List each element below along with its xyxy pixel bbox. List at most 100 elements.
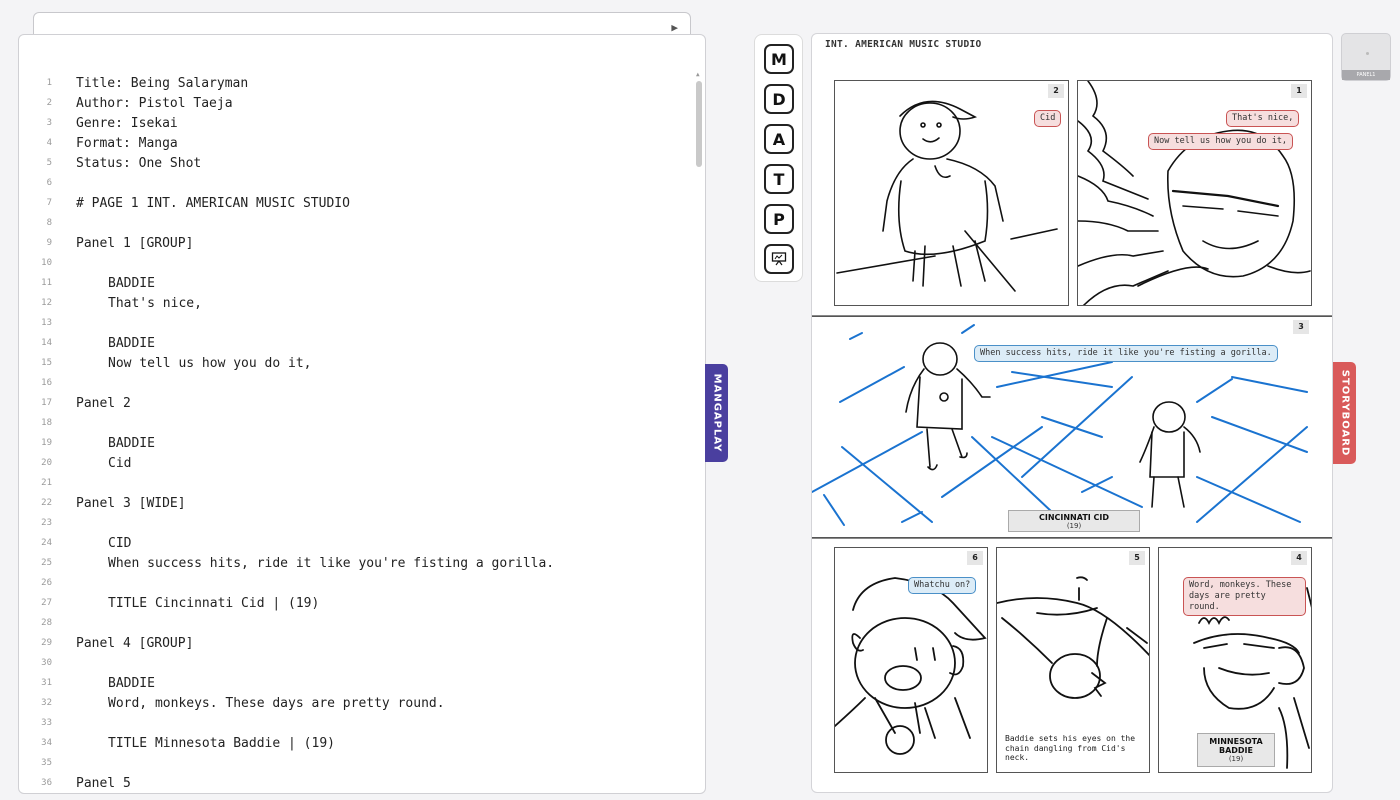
- editor-line[interactable]: 35: [19, 754, 689, 774]
- panel-3-caption-sub: (19): [1066, 522, 1082, 530]
- panel-1-speech-bubble-2[interactable]: Now tell us how you do it,: [1148, 133, 1294, 150]
- panel-3[interactable]: 3 When success hits, ride it like you're…: [812, 316, 1332, 538]
- panel-4[interactable]: 4 Word, monkeys. These days are pretty r…: [1158, 547, 1312, 773]
- line-text[interactable]: Panel 4 [GROUP]: [76, 634, 193, 654]
- line-text[interactable]: Format: Manga: [76, 134, 178, 154]
- editor-line[interactable]: 1 Title: Being Salaryman: [19, 74, 689, 94]
- line-text[interactable]: Now tell us how you do it,: [108, 354, 312, 374]
- line-text[interactable]: BADDIE: [108, 434, 155, 454]
- line-text[interactable]: TITLE Minnesota Baddie | (19): [108, 734, 335, 754]
- presentation-button[interactable]: [764, 244, 794, 274]
- editor-line[interactable]: 13: [19, 314, 689, 334]
- panel-5-narration[interactable]: Baddie sets his eyes on the chain dangli…: [1005, 734, 1145, 763]
- editor-line[interactable]: 10: [19, 254, 689, 274]
- panel-6-speech-bubble[interactable]: Whatchu on?: [908, 577, 977, 594]
- editor-line[interactable]: 23: [19, 514, 689, 534]
- line-text[interactable]: Author: Pistol Taeja: [76, 94, 233, 114]
- line-text[interactable]: # PAGE 1 INT. AMERICAN MUSIC STUDIO: [76, 194, 350, 214]
- line-number: 24: [41, 538, 52, 548]
- editor-line[interactable]: 20 Cid: [19, 454, 689, 474]
- panel-2-speech-bubble[interactable]: Cid: [1034, 110, 1062, 127]
- tab-mangaplay[interactable]: MANGAPLAY: [705, 364, 728, 462]
- editor-line[interactable]: 29 Panel 4 [GROUP]: [19, 634, 689, 654]
- tool-d-button[interactable]: D: [764, 84, 794, 114]
- line-text[interactable]: Status: One Shot: [76, 154, 201, 174]
- line-number: 32: [41, 698, 52, 708]
- editor-line[interactable]: 2 Author: Pistol Taeja: [19, 94, 689, 114]
- editor-line[interactable]: 27 TITLE Cincinnati Cid | (19): [19, 594, 689, 614]
- script-editor[interactable]: 1 Title: Being Salaryman 2 Author: Pistol T…: [18, 34, 706, 794]
- line-text[interactable]: Panel 5: [76, 774, 131, 793]
- tab-storyboard[interactable]: STORYBOARD: [1333, 362, 1356, 464]
- scroll-up-icon[interactable]: ▲: [696, 71, 700, 78]
- line-text[interactable]: Panel 3 [WIDE]: [76, 494, 186, 514]
- editor-line[interactable]: 5 Status: One Shot: [19, 154, 689, 174]
- line-text[interactable]: Genre: Isekai: [76, 114, 178, 134]
- editor-line[interactable]: 21: [19, 474, 689, 494]
- tool-m-button[interactable]: M: [764, 44, 794, 74]
- editor-line[interactable]: 25 When success hits, ride it like you're…: [19, 554, 689, 574]
- editor-line[interactable]: 33: [19, 714, 689, 734]
- line-number: 27: [41, 598, 52, 608]
- panel-1-speech-bubble-1[interactable]: That's nice,: [1226, 110, 1300, 127]
- line-number: 7: [46, 198, 52, 208]
- editor-line[interactable]: 7 # PAGE 1 INT. AMERICAN MUSIC STUDIO: [19, 194, 689, 214]
- editor-line[interactable]: 17 Panel 2: [19, 394, 689, 414]
- editor-line[interactable]: 12 That's nice,: [19, 294, 689, 314]
- editor-scrollbar[interactable]: ▲: [695, 71, 703, 791]
- line-text[interactable]: Title: Being Salaryman: [76, 74, 248, 94]
- editor-line[interactable]: 31 BADDIE: [19, 674, 689, 694]
- line-number: 5: [46, 158, 52, 168]
- panel-6[interactable]: 6 Whatchu on?: [834, 547, 988, 773]
- line-text[interactable]: BADDIE: [108, 274, 155, 294]
- editor-line[interactable]: 15 Now tell us how you do it,: [19, 354, 689, 374]
- editor-line[interactable]: 22 Panel 3 [WIDE]: [19, 494, 689, 514]
- panel-3-speech-bubble[interactable]: When success hits, ride it like you're f…: [974, 345, 1278, 362]
- tool-palette: M D A T P: [754, 34, 803, 282]
- editor-line[interactable]: 9 Panel 1 [GROUP]: [19, 234, 689, 254]
- panel-4-title-caption[interactable]: MINNESOTA BADDIE (19): [1197, 733, 1275, 767]
- play-icon[interactable]: ▶: [671, 21, 678, 34]
- editor-line[interactable]: 4 Format: Manga: [19, 134, 689, 154]
- editor-line[interactable]: 30: [19, 654, 689, 674]
- panel-5[interactable]: 5 Baddie sets his eyes on the chain dang…: [996, 547, 1150, 773]
- line-number: 18: [41, 418, 52, 428]
- editor-line[interactable]: 11 BADDIE: [19, 274, 689, 294]
- page-thumbnail[interactable]: PANEL1: [1341, 33, 1391, 81]
- line-text[interactable]: That's nice,: [108, 294, 202, 314]
- line-text[interactable]: When success hits, ride it like you're f…: [108, 554, 554, 574]
- line-text[interactable]: TITLE Cincinnati Cid | (19): [108, 594, 319, 614]
- line-number: 6: [46, 178, 52, 188]
- editor-line[interactable]: 32 Word, monkeys. These days are pretty r…: [19, 694, 689, 714]
- editor-line[interactable]: 26: [19, 574, 689, 594]
- line-text[interactable]: CID: [108, 534, 131, 554]
- thumbnail-dot: [1366, 52, 1369, 55]
- scrollbar-thumb[interactable]: [696, 81, 702, 167]
- editor-line[interactable]: 36 Panel 5: [19, 774, 689, 793]
- panel-3-title-caption[interactable]: CINCINNATI CID (19): [1008, 510, 1140, 532]
- editor-line[interactable]: 3 Genre: Isekai: [19, 114, 689, 134]
- storyboard-page[interactable]: INT. AMERICAN MUSIC STUDIO 2 1 Cid That'…: [811, 33, 1333, 793]
- line-text[interactable]: Panel 2: [76, 394, 131, 414]
- tab-storyboard-label: STORYBOARD: [1339, 369, 1350, 457]
- line-text[interactable]: BADDIE: [108, 334, 155, 354]
- editor-line[interactable]: 34 TITLE Minnesota Baddie | (19): [19, 734, 689, 754]
- line-text[interactable]: Word, monkeys. These days are pretty rou…: [108, 694, 445, 714]
- row-divider: [812, 538, 1332, 539]
- tool-t-button[interactable]: T: [764, 164, 794, 194]
- editor-line[interactable]: 16: [19, 374, 689, 394]
- line-text[interactable]: BADDIE: [108, 674, 155, 694]
- tool-a-button[interactable]: A: [764, 124, 794, 154]
- panel-4-speech-bubble[interactable]: Word, monkeys. These days are pretty rou…: [1183, 577, 1306, 616]
- editor-line[interactable]: 28: [19, 614, 689, 634]
- line-number: 13: [41, 318, 52, 328]
- line-text[interactable]: Panel 1 [GROUP]: [76, 234, 193, 254]
- editor-line[interactable]: 6: [19, 174, 689, 194]
- editor-line[interactable]: 19 BADDIE: [19, 434, 689, 454]
- tool-p-button[interactable]: P: [764, 204, 794, 234]
- editor-line[interactable]: 24 CID: [19, 534, 689, 554]
- editor-line[interactable]: 18: [19, 414, 689, 434]
- editor-line[interactable]: 14 BADDIE: [19, 334, 689, 354]
- line-text[interactable]: Cid: [108, 454, 131, 474]
- editor-line[interactable]: 8: [19, 214, 689, 234]
